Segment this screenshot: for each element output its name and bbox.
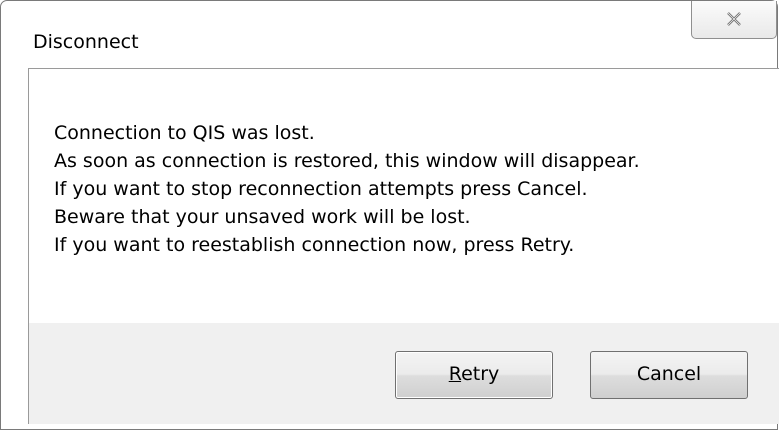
message-text: Connection to QIS was lost. As soon as c… bbox=[54, 119, 764, 259]
message-line: Beware that your unsaved work will be lo… bbox=[54, 206, 471, 228]
retry-accelerator-key: R bbox=[448, 363, 462, 385]
close-button[interactable] bbox=[691, 1, 777, 39]
close-x-icon bbox=[727, 12, 741, 26]
cancel-button[interactable]: Cancel bbox=[590, 351, 748, 399]
dialog-body: Connection to QIS was lost. As soon as c… bbox=[28, 68, 779, 424]
retry-button[interactable]: Retry bbox=[395, 351, 553, 399]
button-area: Retry Cancel bbox=[29, 323, 779, 424]
dialog-window: Disconnect Connection to QIS was lost. A… bbox=[0, 0, 779, 430]
message-line: Connection to QIS was lost. bbox=[54, 122, 315, 144]
message-line: If you want to reestablish connection no… bbox=[54, 234, 575, 256]
message-line: As soon as connection is restored, this … bbox=[54, 150, 640, 172]
window-title: Disconnect bbox=[33, 31, 139, 53]
title-bar[interactable]: Disconnect bbox=[1, 1, 777, 68]
message-line: If you want to stop reconnection attempt… bbox=[54, 178, 588, 200]
retry-label: etry bbox=[461, 363, 500, 385]
